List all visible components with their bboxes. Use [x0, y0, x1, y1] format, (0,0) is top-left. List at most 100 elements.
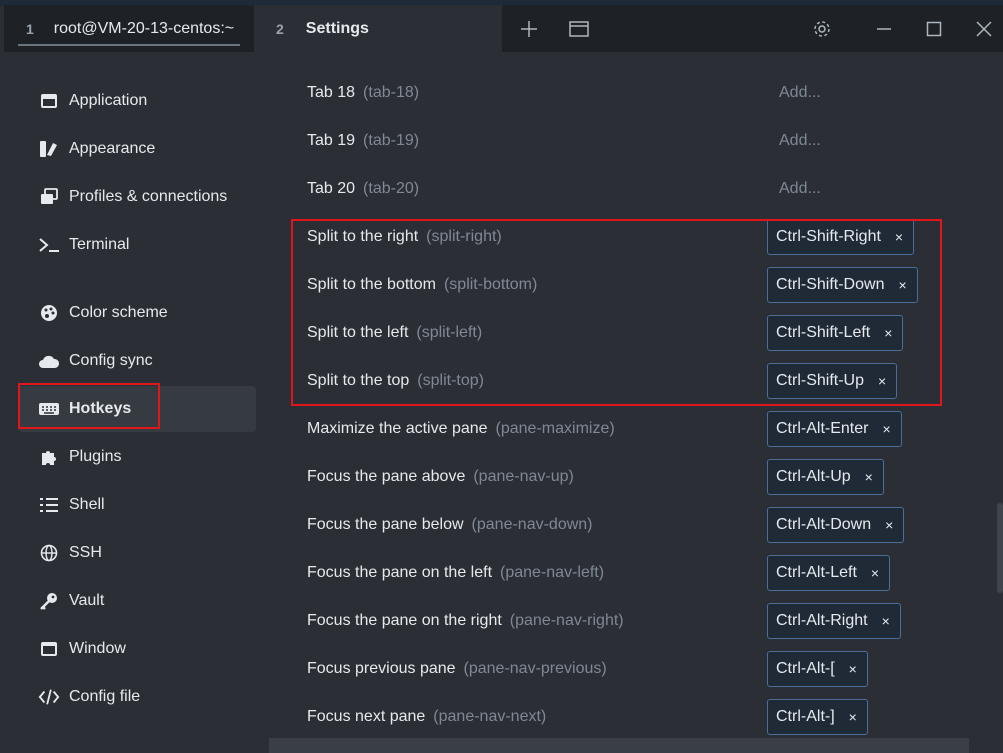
tab-number: 1: [26, 20, 34, 37]
appearance-icon: [38, 139, 60, 159]
list-item: Focus the pane above (pane-nav-up) Ctrl-A…: [268, 453, 968, 501]
hotkey-chip[interactable]: Ctrl-Alt-Down ×: [767, 507, 905, 543]
hotkey-name: Focus previous pane: [307, 660, 456, 677]
add-hotkey-button[interactable]: Add...: [779, 117, 821, 165]
sidebar-item-label: Window: [69, 640, 126, 657]
hotkey-name: Focus the pane below: [307, 516, 464, 533]
bottom-panel-bar: [269, 738, 969, 753]
hotkey-name: Maximize the active pane: [307, 420, 488, 437]
hotkey-id: (tab-18): [363, 84, 420, 101]
list-item: Tab 18 (tab-18) Add...: [268, 69, 968, 117]
hotkey-chip[interactable]: Ctrl-Alt-Enter ×: [767, 411, 902, 447]
terminal-icon: [38, 235, 60, 255]
sidebar-item-appearance[interactable]: Appearance: [18, 126, 256, 172]
code-icon: [38, 687, 60, 707]
tab-title: Settings: [305, 19, 369, 37]
application-icon: [38, 91, 60, 111]
sidebar-item-terminal[interactable]: Terminal: [18, 222, 256, 268]
hotkey-combo: Ctrl-Alt-Up: [776, 468, 851, 485]
sidebar-item-label: Shell: [69, 496, 105, 513]
hotkey-id: (pane-maximize): [495, 420, 615, 437]
tab-settings[interactable]: 2 Settings: [254, 5, 502, 52]
sidebar-item-label: Application: [69, 92, 148, 109]
hotkey-combo: Ctrl-Alt-[: [776, 660, 835, 677]
palette-icon: [38, 303, 60, 323]
plus-icon[interactable]: [506, 5, 552, 52]
add-hotkey-button[interactable]: Add...: [779, 69, 821, 117]
hotkey-id: (pane-nav-next): [433, 708, 547, 725]
hotkey-combo: Ctrl-Alt-Right: [776, 612, 868, 629]
list-icon: [38, 495, 60, 515]
list-item: Tab 19 (tab-19) Add...: [268, 117, 968, 165]
hotkey-id: (pane-nav-left): [500, 564, 605, 581]
sidebar-item-label: Terminal: [69, 236, 130, 253]
hotkey-id: (pane-nav-previous): [463, 660, 607, 677]
gear-icon[interactable]: [799, 5, 845, 52]
hotkey-name: Tab 20: [307, 180, 356, 197]
hotkey-combo: Ctrl-Alt-Left: [776, 564, 857, 581]
hotkey-id: (tab-19): [363, 132, 420, 149]
hotkey-chip[interactable]: Ctrl-Alt-Left ×: [767, 555, 891, 591]
globe-icon: [38, 543, 60, 563]
hotkey-name: Focus the pane on the left: [307, 564, 493, 581]
sidebar-item-ssh[interactable]: SSH: [18, 530, 256, 576]
remove-hotkey-button[interactable]: ×: [865, 469, 873, 485]
hotkey-chip[interactable]: Ctrl-Alt-] ×: [767, 699, 868, 735]
tab-underline: [18, 44, 240, 46]
hotkey-name: Tab 19: [307, 132, 356, 149]
window-icon: [38, 639, 60, 659]
sidebar-item-config-file[interactable]: Config file: [18, 674, 256, 720]
hotkey-name: Focus the pane above: [307, 468, 466, 485]
remove-hotkey-button[interactable]: ×: [882, 421, 890, 437]
title-bar: 1 root@VM-20-13-centos:~ 2 Settings: [4, 5, 1003, 52]
hotkey-combo: Ctrl-Alt-Enter: [776, 420, 869, 437]
sidebar-item-label: Config sync: [69, 352, 153, 369]
remove-hotkey-button[interactable]: ×: [871, 565, 879, 581]
sidebar-item-label: Vault: [69, 592, 105, 609]
minimize-icon[interactable]: [861, 5, 907, 52]
sidebar-item-plugins[interactable]: Plugins: [18, 434, 256, 480]
close-icon[interactable]: [961, 5, 1003, 52]
hotkey-name: Focus next pane: [307, 708, 426, 725]
remove-hotkey-button[interactable]: ×: [885, 517, 893, 533]
add-hotkey-button[interactable]: Add...: [779, 165, 821, 213]
maximize-icon[interactable]: [911, 5, 957, 52]
list-item: Focus next pane (pane-nav-next) Ctrl-Alt-…: [268, 693, 968, 741]
hotkey-name: Tab 18: [307, 84, 356, 101]
list-item: Focus the pane below (pane-nav-down) Ctrl…: [268, 501, 968, 549]
profiles-icon: [38, 187, 60, 207]
sidebar-item-color-scheme[interactable]: Color scheme: [18, 290, 256, 336]
hotkey-chip[interactable]: Ctrl-Alt-[ ×: [767, 651, 868, 687]
list-item: Maximize the active pane (pane-maximize) …: [268, 405, 968, 453]
hotkey-combo: Ctrl-Alt-]: [776, 708, 835, 725]
sidebar-item-label: SSH: [69, 544, 102, 561]
sidebar-item-shell[interactable]: Shell: [18, 482, 256, 528]
sidebar-item-label: Profiles & connections: [69, 188, 228, 205]
remove-hotkey-button[interactable]: ×: [849, 709, 857, 725]
sidebar-item-label: Config file: [69, 688, 141, 705]
highlight-split-hotkeys: [291, 219, 942, 406]
vertical-scrollbar[interactable]: [997, 503, 1003, 593]
sidebar-item-application[interactable]: Application: [18, 78, 256, 124]
cloud-icon: [38, 351, 60, 371]
remove-hotkey-button[interactable]: ×: [882, 613, 890, 629]
hotkey-name: Focus the pane on the right: [307, 612, 502, 629]
sidebar-item-label: Color scheme: [69, 304, 168, 321]
sidebar-item-vault[interactable]: Vault: [18, 578, 256, 624]
remove-hotkey-button[interactable]: ×: [849, 661, 857, 677]
hotkey-id: (tab-20): [363, 180, 420, 197]
sidebar-item-label: Plugins: [69, 448, 122, 465]
sidebar-item-profiles[interactable]: Profiles & connections: [18, 174, 256, 220]
list-item: Focus the pane on the right (pane-nav-rig…: [268, 597, 968, 645]
list-item: Tab 20 (tab-20) Add...: [268, 165, 968, 213]
sidebar-item-config-sync[interactable]: Config sync: [18, 338, 256, 384]
hotkey-chip[interactable]: Ctrl-Alt-Right ×: [767, 603, 901, 639]
tab-terminal[interactable]: 1 root@VM-20-13-centos:~: [4, 5, 254, 52]
hotkey-combo: Ctrl-Alt-Down: [776, 516, 872, 533]
sidebar-item-window[interactable]: Window: [18, 626, 256, 672]
hotkey-id: (pane-nav-right): [509, 612, 624, 629]
highlight-hotkeys-nav: [18, 383, 160, 429]
hotkey-id: (pane-nav-down): [471, 516, 593, 533]
window-icon[interactable]: [556, 5, 602, 52]
hotkey-chip[interactable]: Ctrl-Alt-Up ×: [767, 459, 884, 495]
